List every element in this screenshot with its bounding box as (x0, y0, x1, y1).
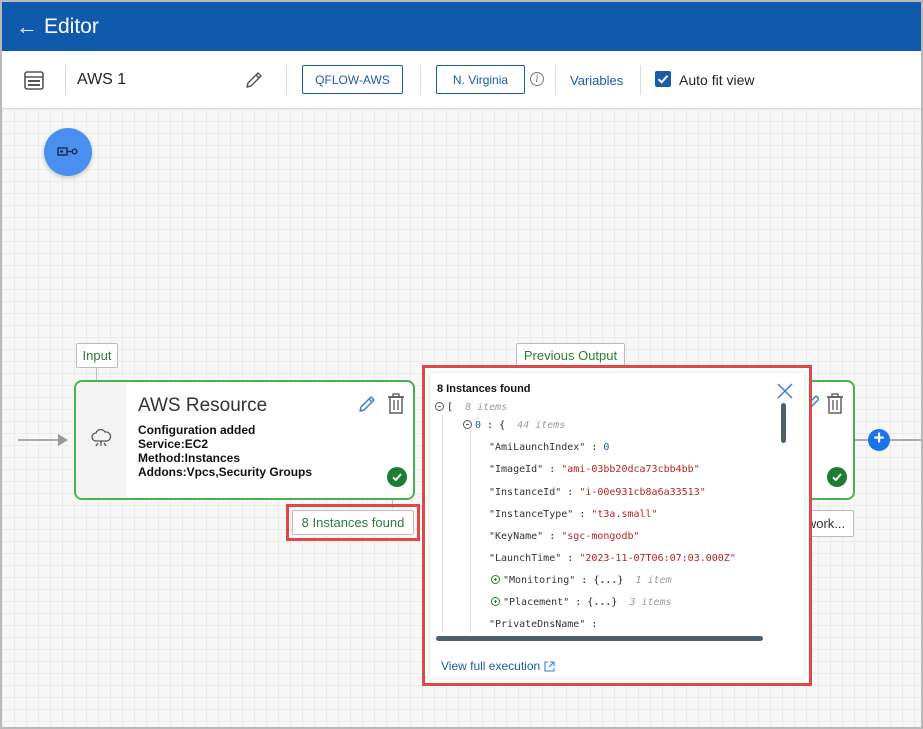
expand-icon[interactable] (491, 597, 500, 606)
vertical-scrollbar[interactable] (781, 403, 786, 443)
info-icon[interactable]: i (530, 72, 544, 86)
aws-resource-node[interactable]: AWS Resource Configuration added Service… (74, 380, 415, 500)
node-details: Configuration added Service:EC2 Method:I… (138, 423, 312, 479)
cloud-icon (91, 428, 112, 447)
json-root-line[interactable]: [ 8 items (435, 401, 507, 415)
delete-node-icon[interactable] (387, 393, 405, 414)
json-field: "ImageId" : "ami-03bb20dca73cbb4bb" (489, 464, 700, 475)
toolbar-divider (286, 65, 287, 95)
incoming-connector (18, 439, 62, 441)
variables-link[interactable]: Variables (570, 73, 623, 88)
node-detail-line: Configuration added (138, 423, 256, 437)
editor-toolbar: AWS 1 QFLOW-AWS N. Virginia i Variables … (2, 51, 921, 109)
json-item-line[interactable]: 0 : { 44 items (463, 419, 565, 433)
json-tree[interactable]: [ 8 items 0 : { 44 items "AmiLaunchIndex… (435, 401, 775, 633)
autofit-label: Auto fit view (679, 72, 755, 88)
autofit-checkbox[interactable] (655, 71, 671, 87)
checkmark-icon (657, 75, 669, 84)
node-detail-line: Service:EC2 (138, 437, 209, 451)
close-icon[interactable] (776, 382, 794, 400)
json-field: "KeyName" : "sgc-mongodb" (489, 531, 640, 542)
json-collapsed-field[interactable]: "Placement" : {...} 3 items (491, 596, 672, 610)
node-icon-panel (76, 382, 126, 498)
json-collapsed-field[interactable]: "Monitoring" : {...} 1 item (491, 574, 672, 588)
collapse-icon[interactable] (435, 402, 444, 411)
editor-window: ← Editor AWS 1 QFLOW-AWS N. Virginia i V… (0, 0, 923, 729)
delete-node-icon[interactable] (826, 393, 844, 414)
popup-title: 8 Instances found (437, 383, 531, 395)
input-tag[interactable]: Input (76, 343, 118, 368)
json-field: "AmiLaunchIndex" : 0 (489, 442, 610, 453)
popup-panel: 8 Instances found [ 8 items 0 : { 44 ite… (430, 373, 804, 678)
edit-pencil-icon[interactable] (244, 70, 264, 90)
node-title: AWS Resource (138, 395, 268, 416)
page-title: Editor (44, 14, 99, 38)
horizontal-scrollbar[interactable] (436, 636, 763, 641)
workflow-panel-icon[interactable] (24, 71, 44, 90)
collapse-icon[interactable] (463, 420, 472, 429)
region-button[interactable]: N. Virginia (436, 65, 525, 94)
view-full-execution-label: View full execution (441, 659, 541, 673)
toolbar-divider (65, 65, 66, 95)
json-field: "PrivateDnsName" : (489, 619, 598, 630)
json-field: "LaunchTime" : "2023-11-07T06:07:03.000Z… (489, 553, 736, 564)
expand-icon[interactable] (491, 575, 500, 584)
external-link-icon (544, 660, 555, 672)
arrowhead-icon (58, 434, 68, 446)
trigger-node-button[interactable] (44, 128, 92, 176)
back-arrow-icon[interactable]: ← (16, 15, 38, 38)
tree-guide (470, 429, 471, 633)
node-detail-line: Addons:Vpcs,Security Groups (138, 465, 313, 479)
output-preview-popup: 8 Instances found [ 8 items 0 : { 44 ite… (422, 365, 812, 686)
toolbar-divider (640, 65, 641, 95)
connector-icon (57, 147, 78, 156)
edit-node-icon[interactable] (357, 394, 377, 414)
json-field: "InstanceId" : "i-00e931cb8a6a33513" (489, 487, 706, 498)
connection-button[interactable]: QFLOW-AWS (302, 65, 403, 94)
success-check-icon (827, 467, 847, 487)
toolbar-divider (420, 65, 421, 95)
workflow-name: AWS 1 (77, 71, 127, 88)
app-header: ← Editor (2, 2, 921, 51)
tree-guide (442, 415, 443, 633)
view-full-execution-link[interactable]: View full execution (441, 659, 555, 673)
success-check-icon (387, 467, 407, 487)
add-step-button[interactable]: + (868, 429, 890, 451)
instances-found-badge[interactable]: 8 Instances found (292, 510, 414, 535)
toolbar-divider (555, 65, 556, 95)
json-field: "InstanceType" : "t3a.small" (489, 509, 658, 520)
node-detail-line: Method:Instances (138, 451, 241, 465)
